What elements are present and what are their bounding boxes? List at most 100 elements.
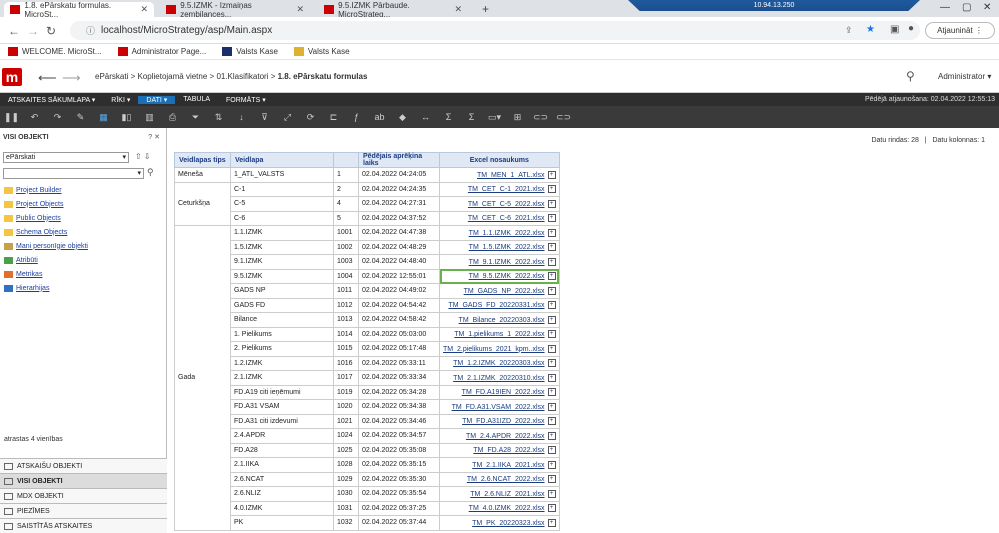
expand-icon[interactable]: + bbox=[547, 446, 556, 455]
expand-icon[interactable]: + bbox=[547, 388, 556, 397]
expand-icon[interactable]: + bbox=[547, 489, 556, 498]
excel-file-link[interactable]: TM_FD.A31IZD_2022.xlsx + bbox=[439, 413, 560, 429]
excel-file-link[interactable]: TM_2.6.NCAT_2022.xlsx + bbox=[439, 471, 560, 487]
excel-file-link[interactable]: TM_2.pielikums_2021_kpm..xlsx + bbox=[439, 341, 560, 357]
expand-icon[interactable]: + bbox=[547, 243, 556, 252]
link-icon[interactable]: ⊂⊃ bbox=[529, 112, 552, 123]
side-panel-icon[interactable]: ▣ bbox=[890, 24, 899, 35]
filter-icon[interactable]: ⏷ bbox=[184, 112, 207, 123]
browser-tab-3[interactable]: 9.5.IZMK Pārbaude. MicroStrateg... ✕ bbox=[318, 1, 468, 19]
nav-mdx-objects[interactable]: MDX OBJEKTI bbox=[0, 488, 167, 503]
subtotals-icon[interactable]: Σ bbox=[437, 112, 460, 122]
excel-file-link[interactable]: TM_GADS_FD_20220331.xlsx + bbox=[439, 297, 560, 313]
menu-atskaites-sakumlapa[interactable]: ATSKAITES SĀKUMLAPA ▾ bbox=[0, 96, 103, 104]
excel-file-link[interactable]: TM_GADS_NP_2022.xlsx + bbox=[439, 283, 560, 299]
expand-icon[interactable]: + bbox=[547, 170, 556, 179]
bookmark-star-icon[interactable]: ★ bbox=[866, 24, 875, 35]
expand-icon[interactable]: + bbox=[547, 431, 556, 440]
expand-icon[interactable]: + bbox=[547, 475, 556, 484]
clear-filter-icon[interactable]: ⊽ bbox=[253, 112, 276, 123]
unlink-icon[interactable]: ⊂⊃ bbox=[552, 112, 575, 123]
function-icon[interactable]: ƒ bbox=[345, 112, 368, 122]
tree-item-public-objects[interactable]: Public Objects bbox=[4, 211, 88, 225]
close-icon[interactable]: ✕ bbox=[140, 4, 148, 15]
excel-file-link[interactable]: TM_1.pielikums_1_2022.xlsx + bbox=[439, 326, 560, 342]
excel-file-link[interactable]: TM_FD.A28_2022.xlsx + bbox=[439, 442, 560, 458]
breadcrumb-item[interactable]: Koplietojamā vietne bbox=[137, 72, 207, 81]
search-icon[interactable]: ⚲ bbox=[906, 69, 915, 83]
excel-file-link[interactable]: TM_1.1.IZMK_2022.xlsx + bbox=[439, 225, 560, 241]
expand-icon[interactable]: + bbox=[547, 518, 556, 527]
percent-icon[interactable]: ▭▾ bbox=[483, 112, 506, 123]
excel-file-link[interactable]: TM_4.0.IZMK_2022.xlsx + bbox=[439, 500, 560, 516]
pivot-swap-icon[interactable]: ↔ bbox=[414, 112, 437, 122]
minimize-icon[interactable]: — bbox=[940, 2, 950, 13]
remove-icon[interactable]: ◆ bbox=[391, 112, 414, 123]
bookmark-valsts-kase-2[interactable]: Valsts Kase bbox=[293, 47, 350, 56]
expand-icon[interactable]: + bbox=[547, 330, 556, 339]
excel-file-link[interactable]: TM_CET_C-5_2022.xlsx + bbox=[439, 196, 560, 212]
excel-file-link[interactable]: TM_PK_20220323.xlsx + bbox=[439, 515, 560, 531]
tree-item-metrics[interactable]: Metrikas bbox=[4, 267, 88, 281]
browser-tab-1[interactable]: 1.8. ePārskatu formulas. MicroSt... ✕ bbox=[4, 1, 154, 19]
column-header[interactable]: Pēdējais aprēķina laiks bbox=[358, 152, 440, 168]
close-icon[interactable]: ✕ bbox=[296, 4, 304, 15]
breadcrumb-item[interactable]: ePārskati bbox=[95, 72, 128, 81]
excel-file-link[interactable]: TM_FD.A31.VSAM_2022.xlsx + bbox=[439, 399, 560, 415]
update-button[interactable]: Atjaunināt ⋮ bbox=[925, 22, 995, 39]
info-icon[interactable]: ⓘ bbox=[86, 24, 95, 37]
export-icon[interactable]: ⎙ bbox=[161, 112, 184, 123]
menu-formats[interactable]: FORMĀTS ▾ bbox=[218, 96, 274, 104]
expand-icon[interactable]: + bbox=[547, 199, 556, 208]
grid-view-icon[interactable]: ▦ bbox=[92, 112, 115, 123]
redo-icon[interactable]: ↷ bbox=[46, 112, 69, 123]
bookmark-valsts-kase-1[interactable]: Valsts Kase bbox=[222, 47, 278, 56]
grid-graph-icon[interactable]: ▥ bbox=[138, 112, 161, 123]
excel-file-link[interactable]: TM_9.5.IZMK_2022.xlsx + bbox=[439, 268, 560, 284]
tree-item-project-objects[interactable]: Project Objects bbox=[4, 197, 88, 211]
excel-file-link[interactable]: TM_MEN_1_ATL.xlsx + bbox=[439, 167, 560, 183]
search-field[interactable]: ▾ bbox=[3, 168, 144, 179]
totals-icon[interactable]: Σ bbox=[460, 112, 483, 122]
forward-icon[interactable]: → bbox=[27, 24, 39, 38]
column-header[interactable]: Veidlapa bbox=[230, 152, 334, 168]
column-header[interactable]: Excel nosaukums bbox=[439, 152, 560, 168]
expand-icon[interactable]: + bbox=[547, 214, 556, 223]
url-input[interactable]: ⓘ localhost/MicroStrategy/asp/Main.aspx bbox=[70, 21, 920, 40]
swap-icon[interactable]: ⟳ bbox=[299, 112, 322, 123]
tree-item-project-builder[interactable]: Project Builder bbox=[4, 183, 88, 197]
expand-icon[interactable]: + bbox=[547, 301, 556, 310]
pivot-icon[interactable]: ⤢ bbox=[276, 112, 299, 123]
excel-file-link[interactable]: TM_2.4.APDR_2022.xlsx + bbox=[439, 428, 560, 444]
nav-notes[interactable]: PIEZĪMES bbox=[0, 503, 167, 518]
drill-down-icon[interactable]: ↓ bbox=[230, 112, 253, 122]
move-icon[interactable]: ⊏ bbox=[322, 112, 345, 123]
sort-icon[interactable]: ⇅ bbox=[207, 112, 230, 123]
merge-icon[interactable]: ⊞ bbox=[506, 112, 529, 123]
edit-icon[interactable]: ✎ bbox=[69, 112, 92, 123]
tree-item-schema-objects[interactable]: Schema Objects bbox=[4, 225, 88, 239]
bookmark-admin[interactable]: Administrator Page... bbox=[117, 47, 206, 56]
nav-all-objects[interactable]: VISI OBJEKTI bbox=[0, 473, 167, 488]
user-menu[interactable]: Administrator ▾ bbox=[938, 72, 991, 81]
panel-controls[interactable]: ? ✕ bbox=[148, 133, 160, 141]
menu-tabula[interactable]: TABULA bbox=[175, 96, 218, 103]
back-icon[interactable]: ← bbox=[8, 24, 20, 38]
excel-file-link[interactable]: TM_1.2.IZMK_20220303.xlsx + bbox=[439, 355, 560, 371]
close-icon[interactable]: ✕ bbox=[454, 4, 462, 15]
nav-report-objects[interactable]: ATSKAIŠU OBJEKTI bbox=[0, 458, 167, 473]
tree-item-hierarchies[interactable]: Hierarhijas bbox=[4, 281, 88, 295]
excel-file-link[interactable]: TM_FD.A19IEN_2022.xlsx + bbox=[439, 384, 560, 400]
forward-icon[interactable]: ⟶ bbox=[62, 70, 81, 86]
tree-item-attributes[interactable]: Atribūti bbox=[4, 253, 88, 267]
menu-dati[interactable]: DATI ▾ bbox=[138, 95, 176, 104]
maximize-icon[interactable]: ▢ bbox=[962, 2, 971, 13]
project-select[interactable]: ePārskati ▾ bbox=[3, 152, 129, 163]
expand-icon[interactable]: + bbox=[547, 286, 556, 295]
search-icon[interactable]: ⚲ bbox=[147, 167, 154, 178]
folder-up-icon[interactable]: ⇧ ⇩ bbox=[135, 152, 151, 161]
expand-icon[interactable]: + bbox=[547, 272, 556, 281]
expand-icon[interactable]: + bbox=[547, 359, 556, 368]
expand-icon[interactable]: + bbox=[547, 185, 556, 194]
expand-icon[interactable]: + bbox=[547, 402, 556, 411]
